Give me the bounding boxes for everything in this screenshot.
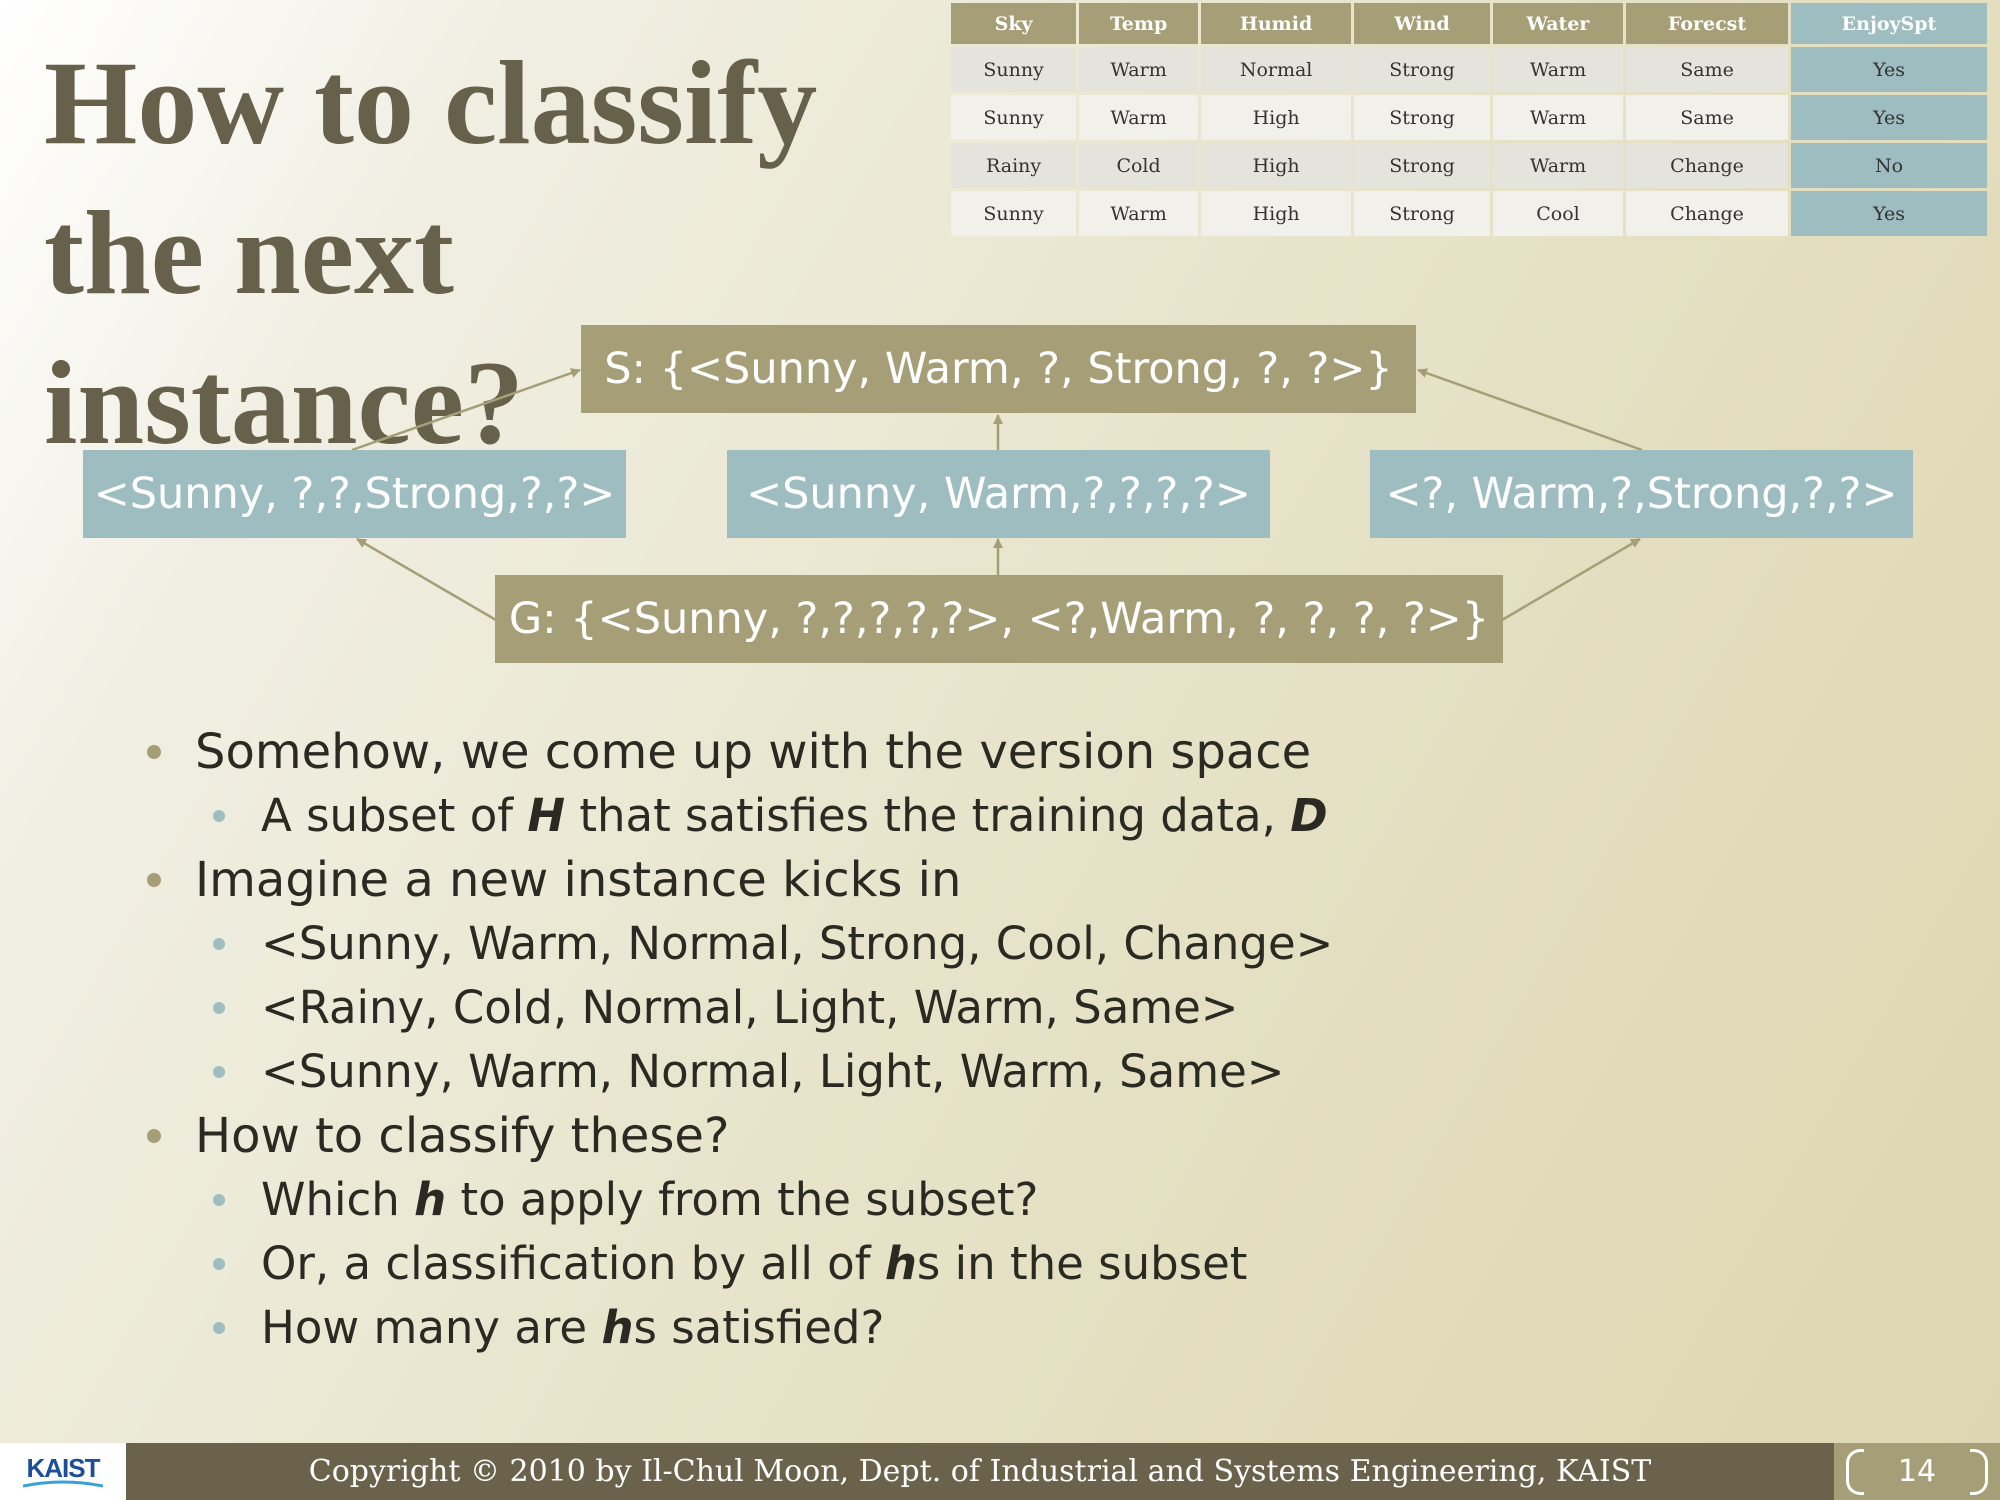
bullet-list: Somehow, we come up with the version spa… bbox=[145, 720, 1845, 1360]
bullet-item: Imagine a new instance kicks in bbox=[145, 848, 1845, 912]
bullet-text: <Sunny, Warm, Normal, Strong, Cool, Chan… bbox=[261, 917, 1334, 970]
bullet-text: Imagine a new instance kicks in bbox=[195, 852, 962, 908]
header-water: Water bbox=[1492, 3, 1624, 44]
table-cell: Warm bbox=[1079, 47, 1198, 92]
kaist-logo-text: KAIST bbox=[26, 1452, 101, 1483]
g-boundary-node: G: {<Sunny, ?,?,?,?,?>, <?,Warm, ?, ?, ?… bbox=[495, 575, 1503, 663]
bullet-text: Or, a classification by all of bbox=[261, 1237, 885, 1290]
sub-bullet-dot bbox=[213, 1322, 225, 1334]
arrow-right-to-s bbox=[1417, 368, 1643, 452]
header-temp: Temp bbox=[1079, 3, 1198, 44]
bullet-dot bbox=[147, 745, 161, 759]
emphasis-text: D bbox=[1290, 789, 1328, 842]
emphasis-text: h bbox=[884, 1237, 917, 1290]
sub-bullet-item: Which h to apply from the subset? bbox=[145, 1168, 1845, 1232]
table-cell: Sunny bbox=[951, 191, 1077, 236]
sub-bullet-item: How many are hs satisfied? bbox=[145, 1296, 1845, 1360]
bullet-text: How to classify these? bbox=[195, 1108, 730, 1164]
table-cell: Sunny bbox=[951, 47, 1077, 92]
hypothesis-node-right: <?, Warm,?,Strong,?,?> bbox=[1370, 450, 1913, 538]
arrow-g-to-right bbox=[1501, 537, 1641, 622]
bullet-text: s in the subset bbox=[916, 1237, 1248, 1290]
table-cell: Warm bbox=[1492, 95, 1624, 140]
table-cell: Cool bbox=[1492, 191, 1624, 236]
table-row: Sunny Warm High Strong Cool Change Yes bbox=[951, 191, 1987, 236]
table-row: Sunny Warm Normal Strong Warm Same Yes bbox=[951, 47, 1987, 92]
kaist-logo: KAIST bbox=[0, 1443, 126, 1500]
hypothesis-node-left: <Sunny, ?,?,Strong,?,?> bbox=[83, 450, 626, 538]
table-cell: High bbox=[1201, 191, 1352, 236]
sub-bullet-item: Or, a classification by all of hs in the… bbox=[145, 1232, 1845, 1296]
hypothesis-node-center: <Sunny, Warm,?,?,?,?> bbox=[727, 450, 1270, 538]
arrow-g-to-left bbox=[356, 537, 497, 622]
left-bracket-icon bbox=[1846, 1449, 1864, 1495]
sub-bullet-dot bbox=[213, 1258, 225, 1270]
table-cell: Same bbox=[1626, 47, 1789, 92]
emphasis-text: H bbox=[527, 789, 566, 842]
table-cell: Cold bbox=[1079, 143, 1198, 188]
table-cell: Change bbox=[1626, 191, 1789, 236]
emphasis-text: h bbox=[414, 1173, 447, 1226]
sub-bullet-dot bbox=[213, 938, 225, 950]
bullet-text: Which bbox=[261, 1173, 415, 1226]
header-forecst: Forecst bbox=[1626, 3, 1789, 44]
table-cell: High bbox=[1201, 143, 1352, 188]
bullet-text: <Rainy, Cold, Normal, Light, Warm, Same> bbox=[261, 981, 1239, 1034]
header-sky: Sky bbox=[951, 3, 1077, 44]
table-cell: Same bbox=[1626, 95, 1789, 140]
bullet-text: s satisfied? bbox=[633, 1301, 885, 1354]
bullet-text: A subset of bbox=[261, 789, 528, 842]
bullet-item: How to classify these? bbox=[145, 1104, 1845, 1168]
page-number: 14 bbox=[1897, 1454, 1937, 1489]
table-cell: Strong bbox=[1354, 95, 1490, 140]
sub-bullet-dot bbox=[213, 810, 225, 822]
s-boundary-node: S: {<Sunny, Warm, ?, Strong, ?, ?>} bbox=[581, 325, 1416, 413]
bullet-dot bbox=[147, 1129, 161, 1143]
table-cell: Warm bbox=[1492, 47, 1624, 92]
logo-swoosh-icon bbox=[23, 1480, 103, 1487]
table-cell: Rainy bbox=[951, 143, 1077, 188]
table-cell-target: No bbox=[1791, 143, 1987, 188]
header-humid: Humid bbox=[1201, 3, 1352, 44]
table-cell: Strong bbox=[1354, 191, 1490, 236]
bullet-text: How many are bbox=[261, 1301, 602, 1354]
table-cell: Warm bbox=[1079, 95, 1198, 140]
table-cell: Warm bbox=[1492, 143, 1624, 188]
bullet-text: to apply from the subset? bbox=[446, 1173, 1039, 1226]
table-cell: Sunny bbox=[951, 95, 1077, 140]
bullet-text: <Sunny, Warm, Normal, Light, Warm, Same> bbox=[261, 1045, 1285, 1098]
table-row: Sunny Warm High Strong Warm Same Yes bbox=[951, 95, 1987, 140]
page-number-box: 14 bbox=[1834, 1443, 2000, 1500]
sub-bullet-item: <Rainy, Cold, Normal, Light, Warm, Same> bbox=[145, 976, 1845, 1040]
sub-bullet-item: <Sunny, Warm, Normal, Light, Warm, Same> bbox=[145, 1040, 1845, 1104]
slide-footer: KAIST Copyright © 2010 by Il-Chul Moon, … bbox=[0, 1443, 2000, 1500]
right-bracket-icon bbox=[1970, 1449, 1988, 1495]
bullet-text: Somehow, we come up with the version spa… bbox=[195, 724, 1312, 780]
table-cell: Change bbox=[1626, 143, 1789, 188]
table-cell: Strong bbox=[1354, 47, 1490, 92]
emphasis-text: h bbox=[601, 1301, 634, 1354]
header-wind: Wind bbox=[1354, 3, 1490, 44]
sub-bullet-item: A subset of H that satisfies the trainin… bbox=[145, 784, 1845, 848]
table-cell: Normal bbox=[1201, 47, 1352, 92]
table-row: Rainy Cold High Strong Warm Change No bbox=[951, 143, 1987, 188]
table-cell-target: Yes bbox=[1791, 95, 1987, 140]
table-cell-target: Yes bbox=[1791, 191, 1987, 236]
bullet-dot bbox=[147, 873, 161, 887]
sub-bullet-dot bbox=[213, 1194, 225, 1206]
table-cell: Strong bbox=[1354, 143, 1490, 188]
header-enjoyspt: EnjoySpt bbox=[1791, 3, 1987, 44]
table-cell: High bbox=[1201, 95, 1352, 140]
sub-bullet-dot bbox=[213, 1066, 225, 1078]
table-cell-target: Yes bbox=[1791, 47, 1987, 92]
bullet-item: Somehow, we come up with the version spa… bbox=[145, 720, 1845, 784]
sub-bullet-item: <Sunny, Warm, Normal, Strong, Cool, Chan… bbox=[145, 912, 1845, 976]
slide-title-line-1: How to classify bbox=[44, 36, 818, 169]
table-cell: Warm bbox=[1079, 191, 1198, 236]
table-header-row: Sky Temp Humid Wind Water Forecst EnjoyS… bbox=[951, 3, 1987, 44]
copyright-text: Copyright © 2010 by Il-Chul Moon, Dept. … bbox=[308, 1454, 1652, 1489]
training-data-table: Sky Temp Humid Wind Water Forecst EnjoyS… bbox=[948, 0, 1990, 239]
sub-bullet-dot bbox=[213, 1002, 225, 1014]
bullet-text: that satisfies the training data, bbox=[565, 789, 1291, 842]
